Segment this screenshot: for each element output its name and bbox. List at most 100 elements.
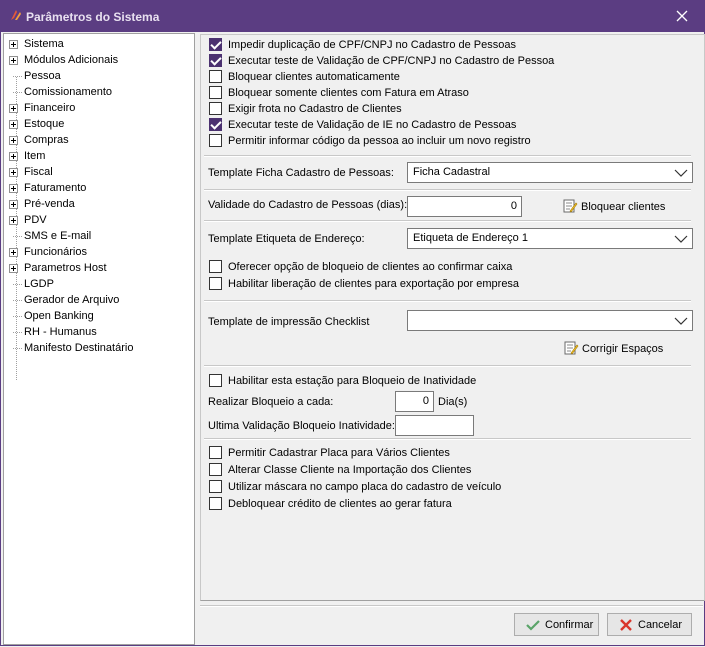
checkbox-label: Utilizar máscara no campo placa do cadas…	[228, 481, 502, 493]
expand-plus-icon[interactable]	[9, 200, 18, 209]
tree-item-label: Funcionários	[24, 246, 87, 258]
x-icon	[620, 619, 632, 631]
confirm-label: Confirmar	[545, 619, 594, 631]
tree-item-label: Faturamento	[24, 182, 87, 194]
expand-plus-icon[interactable]	[9, 168, 18, 177]
checkbox-unchecked[interactable]	[209, 446, 222, 459]
tree-connector	[13, 284, 22, 285]
app-logo-icon	[11, 10, 21, 20]
validade-dias-input[interactable]: 0	[407, 196, 522, 217]
settings-tree[interactable]: Sistema Módulos Adicionais Pessoa Comission…	[3, 33, 195, 645]
checkbox-unchecked[interactable]	[209, 102, 222, 115]
expand-plus-icon[interactable]	[9, 120, 18, 129]
tree-item-label: PDV	[24, 214, 47, 226]
bloqueio-cada-unit: Dia(s)	[438, 396, 468, 408]
checkbox-unchecked[interactable]	[209, 86, 222, 99]
separator	[204, 189, 691, 191]
tree-item-label: Estoque	[24, 118, 65, 130]
tree-item-label: Módulos Adicionais	[24, 54, 119, 66]
checkbox-unchecked[interactable]	[209, 463, 222, 476]
ficha-template-select[interactable]: Ficha Cadastral	[407, 162, 693, 183]
tree-item-label: Manifesto Destinatário	[24, 342, 134, 354]
bloqueio-cada-input[interactable]: 0	[395, 391, 434, 412]
edit-document-icon	[564, 341, 579, 355]
separator	[204, 365, 691, 367]
separator	[204, 155, 691, 157]
checkbox-label: Oferecer opção de bloqueio de clientes a…	[228, 261, 513, 273]
tree-item-label: Gerador de Arquivo	[24, 294, 120, 306]
expand-plus-icon[interactable]	[9, 264, 18, 273]
ficha-template-label: Template Ficha Cadastro de Pessoas:	[208, 167, 394, 179]
checkbox-label: Executar teste de Validação de IE no Cad…	[228, 119, 517, 131]
checkbox-label: Permitir informar código da pessoa ao in…	[228, 135, 531, 147]
etiqueta-template-value: Etiqueta de Endereço 1	[413, 232, 528, 244]
checkbox-label: Bloquear clientes automaticamente	[228, 71, 400, 83]
expand-plus-icon[interactable]	[9, 40, 18, 49]
checkbox-unchecked[interactable]	[209, 70, 222, 83]
etiqueta-template-label: Template Etiqueta de Endereço:	[208, 233, 365, 245]
corrigir-espacos-label: Corrigir Espaços	[582, 343, 664, 355]
expand-plus-icon[interactable]	[9, 184, 18, 193]
checkbox-label: Permitir Cadastrar Placa para Vários Cli…	[228, 447, 450, 459]
expand-plus-icon[interactable]	[9, 136, 18, 145]
checkbox-checked[interactable]	[209, 118, 222, 131]
checklist-template-select[interactable]	[407, 310, 693, 331]
checkbox-label: Bloquear somente clientes com Fatura em …	[228, 87, 469, 99]
bloqueio-cada-label: Realizar Bloqueio a cada:	[208, 396, 334, 408]
ultima-validacao-input[interactable]	[395, 415, 474, 436]
tree-connector	[13, 92, 22, 93]
tree-connector	[13, 236, 22, 237]
checkbox-checked[interactable]	[209, 54, 222, 67]
tree-item-label: Pessoa	[24, 70, 61, 82]
tree-item-label: SMS e E-mail	[24, 230, 92, 242]
expand-plus-icon[interactable]	[9, 152, 18, 161]
tree-connector	[13, 316, 22, 317]
checkbox-checked[interactable]	[209, 38, 222, 51]
expand-plus-icon[interactable]	[9, 56, 18, 65]
chevron-down-icon	[674, 235, 688, 243]
tree-item-label: Parametros Host	[24, 262, 107, 274]
corrigir-espacos-button[interactable]: Corrigir Espaços	[563, 339, 673, 359]
chevron-down-icon	[674, 169, 688, 177]
checkbox-label: Debloquear crédito de clientes ao gerar …	[228, 498, 452, 510]
ficha-template-value: Ficha Cadastral	[413, 166, 491, 178]
bloquear-clientes-button[interactable]: Bloquear clientes	[562, 197, 672, 217]
tree-item-label: Open Banking	[24, 310, 94, 322]
tree-item-label: Pré-venda	[24, 198, 75, 210]
confirm-button[interactable]: Confirmar	[514, 613, 599, 636]
expand-plus-icon[interactable]	[9, 248, 18, 257]
checklist-template-label: Template de impressão Checklist	[208, 316, 370, 328]
checkbox-box[interactable]	[209, 374, 222, 387]
tree-connector	[13, 300, 22, 301]
tree-item-label: LGDP	[24, 278, 54, 290]
checkbox-unchecked[interactable]	[209, 277, 222, 290]
checkbox-unchecked[interactable]	[209, 497, 222, 510]
tree-item-label: Item	[24, 150, 46, 162]
separator	[204, 220, 691, 222]
bloquear-clientes-label: Bloquear clientes	[581, 201, 666, 213]
title-bar: Parâmetros do Sistema	[0, 0, 705, 32]
checkbox-label: Habilitar esta estação para Bloqueio de …	[228, 375, 477, 387]
close-button[interactable]	[659, 0, 705, 32]
cancel-label: Cancelar	[638, 619, 683, 631]
validade-label: Validade do Cadastro de Pessoas (dias):	[208, 199, 408, 211]
etiqueta-template-select[interactable]: Etiqueta de Endereço 1	[407, 228, 693, 249]
checkbox-label: Alterar Classe Cliente na Importação dos…	[228, 464, 472, 476]
window-title: Parâmetros do Sistema	[26, 10, 160, 24]
separator	[204, 438, 691, 440]
checkbox-label: Exigir frota no Cadastro de Clientes	[228, 103, 402, 115]
expand-plus-icon[interactable]	[9, 104, 18, 113]
expand-plus-icon[interactable]	[9, 216, 18, 225]
tree-connector	[13, 76, 22, 77]
checkbox-unchecked[interactable]	[209, 480, 222, 493]
tree-item-label: Comissionamento	[24, 86, 113, 98]
checkbox-label: Executar teste de Validação de CPF/CNPJ …	[228, 55, 555, 67]
checkbox-unchecked[interactable]	[209, 260, 222, 273]
chevron-down-icon	[674, 317, 688, 325]
validade-dias-value: 0	[510, 200, 517, 212]
tree-item-label: Financeiro	[24, 102, 76, 114]
checkbox-label: Habilitar liberação de clientes para exp…	[228, 278, 520, 290]
tree-connector	[13, 332, 22, 333]
cancel-button[interactable]: Cancelar	[607, 613, 692, 636]
checkbox-unchecked[interactable]	[209, 134, 222, 147]
